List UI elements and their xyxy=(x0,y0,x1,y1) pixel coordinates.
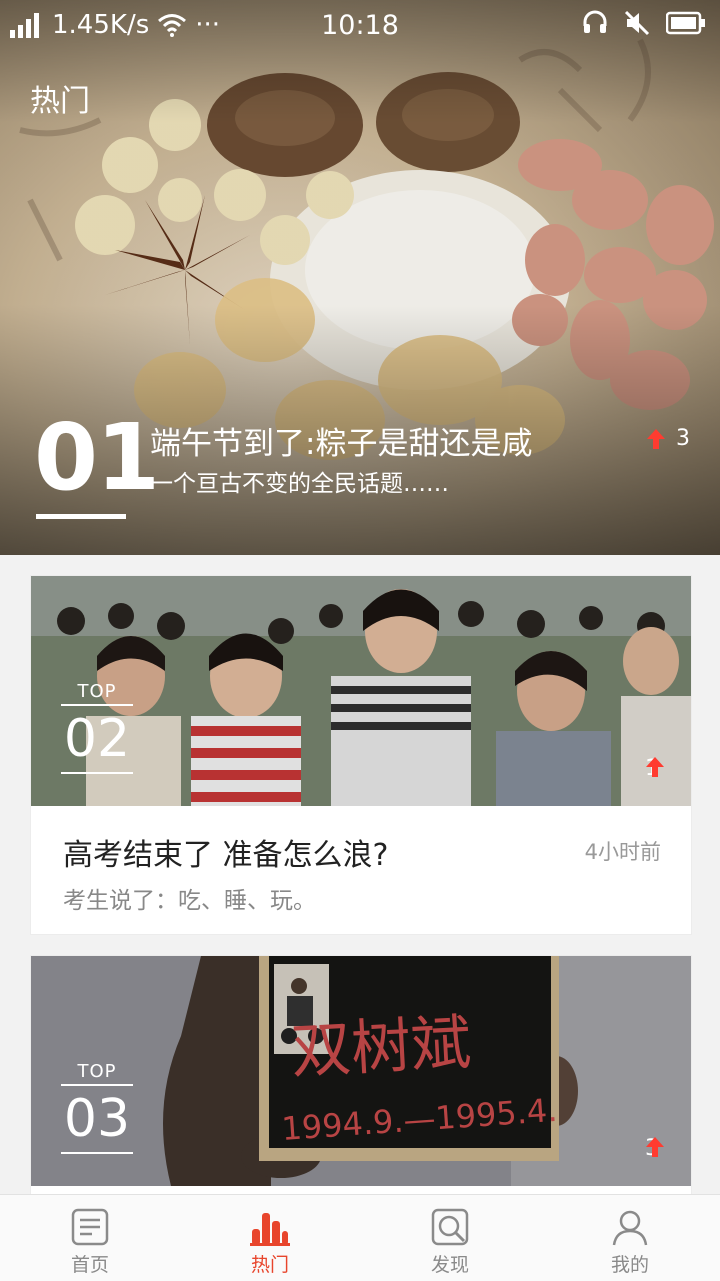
rank-top-label: TOP xyxy=(77,681,117,702)
up-arrow-icon xyxy=(646,757,664,777)
trending-bars-icon xyxy=(250,1213,290,1246)
up-arrow-icon xyxy=(647,428,665,449)
hero-votes[interactable]: 3 xyxy=(646,426,690,451)
card-timestamp: 4小时前 xyxy=(584,840,661,864)
up-arrow-icon xyxy=(646,1137,664,1157)
card-votes[interactable]: 1 xyxy=(645,756,664,781)
card-title[interactable]: 高考结束了 准备怎么浪? xyxy=(63,830,388,874)
hero-headline[interactable]: 端午节到了:粽子是甜还是咸 xyxy=(150,418,532,463)
rank-badge: TOP 02 xyxy=(61,680,133,774)
tab-label: 首页 xyxy=(70,1254,109,1276)
battery-icon xyxy=(666,11,705,35)
tab-home[interactable]: 首页 xyxy=(0,1195,180,1281)
tab-discover[interactable]: 发现 xyxy=(360,1195,540,1281)
tab-label: 热门 xyxy=(250,1254,289,1276)
card-subtitle: 考生说了：吃、睡、玩。 xyxy=(63,888,316,914)
hero-subtitle: 一个亘古不变的全民话题…… xyxy=(150,471,449,497)
headset-icon xyxy=(583,10,607,33)
card-image: TOP 02 1 xyxy=(31,576,691,806)
profile-person-icon xyxy=(612,1210,648,1246)
discover-search-icon xyxy=(431,1208,469,1246)
hero-rank-underline xyxy=(36,514,126,519)
hero-vote-count: 3 xyxy=(676,426,690,451)
news-card-02[interactable]: TOP 02 1 高考结束了 准备怎么浪? 4小时前 考生说了：吃、睡、玩。 xyxy=(30,575,692,935)
home-list-icon xyxy=(71,1208,109,1246)
page-title: 热门 xyxy=(30,84,90,119)
hero-card[interactable]: 1.45K/s ··· 10:18 热门 01 端午节到了:粽子是甜还是咸 一个… xyxy=(0,0,720,555)
rank-top-label: TOP xyxy=(77,1061,117,1082)
news-card-03[interactable]: 双树斌 1994.9.—1995.4. TOP 03 3 xyxy=(30,955,692,1196)
rank-number: 03 xyxy=(63,1089,131,1149)
rank-number: 02 xyxy=(63,709,131,769)
tab-label: 我的 xyxy=(610,1254,649,1276)
card-body: 高考结束了 准备怎么浪? 4小时前 考生说了：吃、睡、玩。 xyxy=(31,806,691,934)
rank-badge: TOP 03 xyxy=(61,1060,133,1154)
tab-label: 发现 xyxy=(430,1254,469,1276)
bottom-tab-bar: 首页 热门 发现 我的 xyxy=(0,1194,720,1281)
mute-icon xyxy=(624,10,650,36)
hero-rank-number: 01 xyxy=(34,404,160,511)
card-votes[interactable]: 3 xyxy=(645,1136,664,1161)
tab-trending[interactable]: 热门 xyxy=(180,1195,360,1281)
status-bar: 1.45K/s ··· 10:18 xyxy=(0,0,720,52)
card-image: 双树斌 1994.9.—1995.4. TOP 03 3 xyxy=(31,956,691,1186)
tab-profile[interactable]: 我的 xyxy=(540,1195,720,1281)
